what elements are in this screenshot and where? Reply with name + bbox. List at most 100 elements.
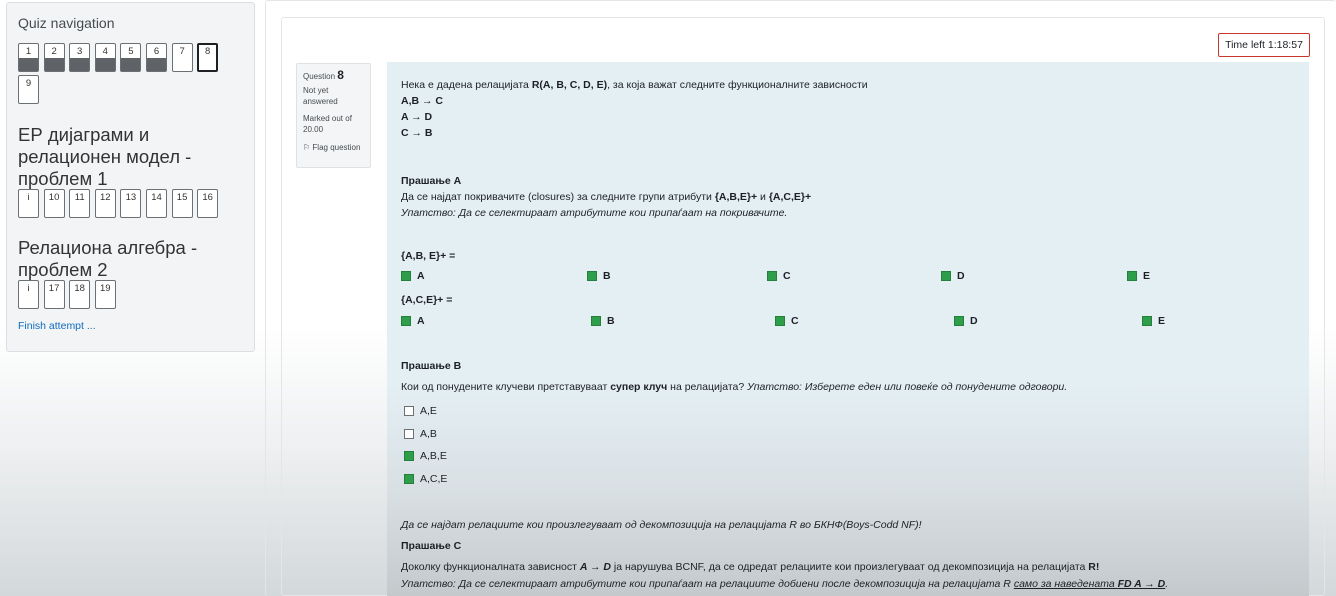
checkbox-checked-icon[interactable]	[775, 316, 785, 326]
super-key-option[interactable]: A,C,E	[404, 473, 447, 485]
super-key-label: A,C,E	[420, 472, 448, 485]
closure2-option-e[interactable]: E	[1142, 315, 1165, 327]
closure1-option-c[interactable]: C	[767, 270, 791, 282]
nav-question-number: i	[27, 283, 30, 294]
nav-question-number: 13	[125, 192, 137, 203]
closure2-option-b[interactable]: B	[591, 315, 615, 327]
nav-question-number: 3	[77, 46, 83, 57]
question-info: Question 8 Not yet answered Marked out o…	[296, 63, 371, 168]
section-title-er: ЕР дијаграми и релационен модел - пробле…	[18, 124, 192, 189]
finish-attempt-link[interactable]: Finish attempt ...	[18, 320, 96, 332]
part-c-title: Прашање C	[401, 540, 462, 552]
nav-question-2-button[interactable]: 2	[43, 43, 65, 72]
closure-1-label: {A,B, E}+ =	[401, 250, 456, 262]
closure1-option-d[interactable]: D	[941, 270, 965, 282]
nav-question-19-button[interactable]: 19	[94, 280, 116, 309]
nav-question-number: 9	[25, 78, 32, 89]
super-key-label: A,B	[420, 427, 437, 440]
attribute-label: E	[1143, 270, 1151, 282]
nav-question-15-button[interactable]: 15	[171, 189, 193, 218]
super-key-option[interactable]: A,B	[404, 428, 437, 440]
nav-question-number: 11	[74, 192, 85, 203]
fd-3: C → B	[401, 127, 433, 139]
part-a-hint: Упатство: Да се селектираат атрибутите к…	[401, 207, 788, 219]
nav-question-14-button[interactable]: 14	[146, 189, 167, 218]
question-state: Not yet answered	[303, 86, 338, 106]
nav-question-8-button[interactable]: 8	[197, 43, 219, 72]
question-grade: Marked out of 20.00	[303, 114, 352, 134]
nav-question-11-button[interactable]: 11	[69, 189, 91, 218]
nav-question-number: 19	[100, 283, 111, 294]
nav-question-number: 8	[205, 46, 211, 57]
nav-question-number: 6	[153, 46, 160, 57]
nav-question-16-button[interactable]: 16	[197, 189, 219, 218]
nav-question-number: 7	[179, 46, 185, 57]
closure1-option-a[interactable]: A	[401, 270, 425, 282]
nav-question-i-button[interactable]: i	[18, 280, 39, 309]
closure1-option-b[interactable]: B	[587, 270, 611, 282]
question-number: Question 8	[303, 68, 364, 82]
answered-indicator	[95, 58, 115, 71]
nav-question-13-button[interactable]: 13	[120, 189, 142, 218]
part-c-text: Доколку функционалната зависност A → D ј…	[401, 561, 1100, 573]
attribute-label: A	[417, 315, 425, 327]
closure-2-label: {A,C,E}+ =	[401, 294, 453, 306]
attribute-label: D	[957, 270, 965, 282]
flag-question-label: Flag question	[312, 143, 361, 152]
part-a-title: Прашање А	[401, 175, 462, 187]
checkbox-checked-icon[interactable]	[1127, 271, 1137, 281]
attribute-label: D	[970, 315, 978, 327]
checkbox-checked-icon[interactable]	[404, 451, 414, 461]
answered-indicator	[70, 58, 90, 71]
nav-question-1-button[interactable]: 1	[18, 43, 39, 72]
attribute-label: B	[603, 270, 611, 282]
checkbox-checked-icon[interactable]	[587, 271, 597, 281]
checkbox-checked-icon[interactable]	[767, 271, 777, 281]
question-number-value: 8	[337, 68, 344, 82]
super-key-option[interactable]: A,E	[404, 405, 437, 417]
nav-question-number: 16	[202, 192, 213, 203]
nav-question-7-button[interactable]: 7	[171, 43, 193, 72]
nav-question-number: 12	[100, 192, 111, 203]
super-key-option[interactable]: A,B,E	[404, 450, 447, 462]
answered-indicator	[147, 58, 166, 71]
nav-question-4-button[interactable]: 4	[94, 43, 116, 72]
checkbox-checked-icon[interactable]	[1142, 316, 1152, 326]
closure2-option-c[interactable]: C	[775, 315, 799, 327]
nav-question-9-button[interactable]: 9	[18, 75, 39, 104]
checkbox-checked-icon[interactable]	[591, 316, 601, 326]
flag-question[interactable]: ⚐ Flag question	[303, 142, 364, 153]
checkbox-checked-icon[interactable]	[401, 271, 411, 281]
nav-question-6-button[interactable]: 6	[146, 43, 167, 72]
checkbox-checked-icon[interactable]	[401, 316, 411, 326]
checkbox-empty-icon[interactable]	[404, 428, 414, 439]
checkbox-empty-icon[interactable]	[404, 406, 414, 416]
nav-question-3-button[interactable]: 3	[69, 43, 91, 72]
fd-1: A,B → C	[401, 95, 443, 107]
nav-question-number: 5	[128, 46, 134, 57]
question-text: Нека е дадена релацијата R(A, B, C, D, E…	[387, 62, 1309, 596]
nav-question-17-button[interactable]: 17	[43, 280, 65, 309]
closure1-option-e[interactable]: E	[1127, 270, 1150, 282]
attribute-label: A	[417, 270, 425, 282]
checkbox-checked-icon[interactable]	[404, 473, 414, 484]
attribute-label: C	[791, 315, 799, 327]
nav-question-i-button[interactable]: i	[18, 189, 39, 218]
nav-question-number: i	[27, 192, 30, 203]
closure2-option-d[interactable]: D	[954, 315, 978, 327]
part-b-text: Кои од понудените клучеви претставуваат …	[401, 381, 1068, 393]
attribute-label: B	[607, 315, 615, 327]
nav-question-5-button[interactable]: 5	[120, 43, 142, 72]
timer-label: Time left	[1225, 39, 1265, 51]
checkbox-checked-icon[interactable]	[941, 271, 951, 281]
attribute-label: C	[783, 270, 791, 282]
flag-icon: ⚐	[303, 143, 311, 152]
super-key-label: A,B,E	[420, 450, 447, 462]
checkbox-checked-icon[interactable]	[954, 316, 964, 326]
nav-question-12-button[interactable]: 12	[94, 189, 116, 218]
closure2-option-a[interactable]: A	[401, 315, 425, 327]
attribute-label: E	[1158, 315, 1166, 327]
nav-question-18-button[interactable]: 18	[69, 280, 91, 309]
nav-question-10-button[interactable]: 10	[43, 189, 65, 218]
decomposition-note: Да се најдат релациите кои произлегуваат…	[401, 519, 922, 531]
